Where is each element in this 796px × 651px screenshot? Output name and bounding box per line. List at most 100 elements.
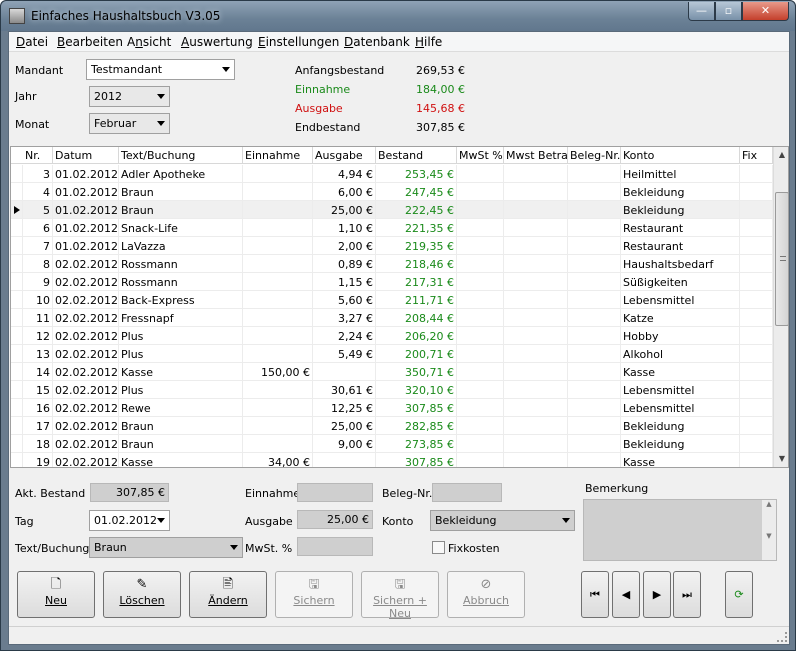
tag-datepicker[interactable]: 01.02.2012 [89,510,170,531]
table-row[interactable]: 15 02.02.2012 Plus 30,61 €320,10 € Lebensmit… [11,381,773,399]
table-cell[interactable]: Snack-Life [119,219,243,237]
table-cell[interactable]: 34,00 € [243,453,313,467]
row-selector[interactable] [11,309,23,327]
table-cell[interactable]: 222,45 € [376,201,457,219]
table-cell[interactable] [568,255,621,273]
row-selector[interactable] [11,435,23,453]
table-cell[interactable] [504,381,568,399]
table-cell[interactable] [243,165,313,183]
table-cell[interactable] [243,201,313,219]
jahr-select[interactable]: 2012 [89,86,170,107]
table-row[interactable]: 13 02.02.2012 Plus 5,49 €200,71 € Alkohol [11,345,773,363]
row-selector[interactable] [11,417,23,435]
table-cell[interactable] [504,219,568,237]
sichern-neu-button[interactable]: 🖫 Sichern + Neu [361,571,439,620]
table-cell[interactable] [457,255,504,273]
table-cell[interactable]: 02.02.2012 [53,255,119,273]
table-cell[interactable]: Lebensmittel [621,381,740,399]
menu-datei[interactable]: Datei [16,35,48,49]
column-header[interactable]: Datum [53,147,119,164]
table-cell[interactable] [243,327,313,345]
row-selector[interactable] [11,291,23,309]
table-cell[interactable]: Lebensmittel [621,399,740,417]
table-cell[interactable] [457,165,504,183]
table-cell[interactable] [740,417,773,435]
text-buchung-combo[interactable]: Braun [89,537,243,558]
table-cell[interactable] [740,381,773,399]
table-cell[interactable] [740,165,773,183]
row-selector[interactable] [11,219,23,237]
table-cell[interactable] [740,309,773,327]
table-cell[interactable] [243,381,313,399]
mandant-select[interactable]: Testmandant [86,59,235,80]
neu-button[interactable]: 🗋 Neu [17,571,95,618]
table-cell[interactable] [457,435,504,453]
table-cell[interactable] [243,309,313,327]
row-selector[interactable] [11,273,23,291]
column-header[interactable]: Ausgabe [313,147,376,164]
table-row[interactable]: 14 02.02.2012 Kasse 150,00 €350,71 € Kasse [11,363,773,381]
row-selector[interactable] [11,255,23,273]
table-cell[interactable]: Back-Express [119,291,243,309]
table-cell[interactable]: 6,00 € [313,183,376,201]
column-header[interactable]: Einnahme [243,147,313,164]
table-cell[interactable] [740,453,773,467]
table-cell[interactable]: Bekleidung [621,417,740,435]
table-cell[interactable]: 2,00 € [313,237,376,255]
table-cell[interactable]: 02.02.2012 [53,309,119,327]
next-record-button[interactable]: ▶ [643,571,671,618]
maximize-button[interactable]: ▫ [715,2,742,21]
table-cell[interactable]: Braun [119,183,243,201]
table-cell[interactable]: 320,10 € [376,381,457,399]
table-cell[interactable] [568,309,621,327]
table-cell[interactable]: 25,00 € [313,417,376,435]
table-cell[interactable]: Kasse [119,453,243,467]
monat-select[interactable]: Februar [89,113,170,134]
table-cell[interactable] [740,327,773,345]
table-cell[interactable]: 02.02.2012 [53,399,119,417]
table-cell[interactable] [243,291,313,309]
bemerkung-textarea[interactable]: ▲ ▼ [583,499,777,561]
scroll-up-icon[interactable]: ▲ [774,147,788,163]
table-cell[interactable]: Kasse [621,453,740,467]
table-cell[interactable] [568,453,621,467]
table-cell[interactable] [504,435,568,453]
table-cell[interactable] [243,219,313,237]
table-cell[interactable] [740,399,773,417]
table-cell[interactable]: 25,00 € [313,201,376,219]
table-cell[interactable] [243,435,313,453]
table-cell[interactable] [313,453,376,467]
table-cell[interactable] [243,237,313,255]
table-row[interactable]: 16 02.02.2012 Rewe 12,25 €307,85 € Lebensmit… [11,399,773,417]
mwst-field[interactable] [297,537,373,556]
table-cell[interactable]: Braun [119,201,243,219]
table-cell[interactable]: 16 [23,399,53,417]
table-cell[interactable] [504,291,568,309]
title-bar[interactable]: Einfaches Haushaltsbuch V3.05 — ▫ ✕ [1,1,795,31]
table-cell[interactable] [457,291,504,309]
table-cell[interactable] [457,345,504,363]
table-cell[interactable]: 4,94 € [313,165,376,183]
table-cell[interactable]: 02.02.2012 [53,291,119,309]
menu-ansicht[interactable]: Ansicht [127,35,171,49]
table-cell[interactable]: 11 [23,309,53,327]
menu-hilfe[interactable]: Hilfe [415,35,442,49]
table-cell[interactable] [504,183,568,201]
table-cell[interactable]: 19 [23,453,53,467]
table-cell[interactable]: 253,45 € [376,165,457,183]
bookings-table[interactable]: Nr. Datum Text/Buchung Einnahme Ausgabe Besta… [10,146,789,468]
table-cell[interactable] [457,417,504,435]
close-button[interactable]: ✕ [742,2,789,21]
table-cell[interactable]: 10 [23,291,53,309]
table-cell[interactable]: Braun [119,417,243,435]
table-cell[interactable]: Bekleidung [621,201,740,219]
table-cell[interactable]: 218,46 € [376,255,457,273]
table-cell[interactable]: 14 [23,363,53,381]
table-cell[interactable]: LaVazza [119,237,243,255]
table-cell[interactable] [568,435,621,453]
table-cell[interactable]: Bekleidung [621,435,740,453]
table-cell[interactable]: 217,31 € [376,273,457,291]
table-cell[interactable]: Fressnapf [119,309,243,327]
table-cell[interactable] [740,435,773,453]
table-cell[interactable]: 02.02.2012 [53,435,119,453]
